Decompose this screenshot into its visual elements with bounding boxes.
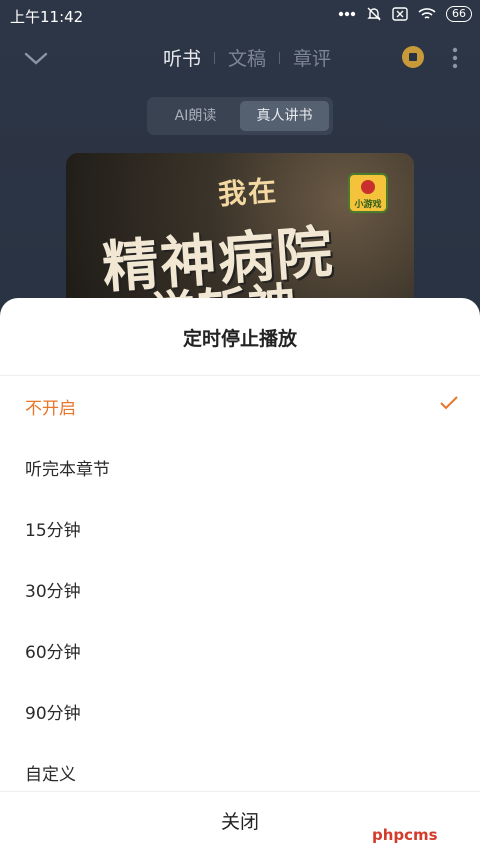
mode-ai-reading[interactable]: AI朗读: [151, 101, 240, 131]
chevron-down-icon[interactable]: [22, 44, 50, 72]
battery-indicator: 66: [446, 6, 472, 22]
watermark: phpcms: [372, 826, 438, 844]
tab-comments[interactable]: 章评: [280, 44, 344, 71]
status-icons: 66: [338, 6, 472, 22]
more-dots-icon: [338, 11, 356, 17]
cover-title-line1: 我在: [217, 173, 280, 212]
timer-option-60min[interactable]: 60分钟: [0, 620, 480, 681]
status-time: 上午11:42: [10, 8, 84, 26]
mode-human-reading[interactable]: 真人讲书: [240, 101, 329, 131]
voice-mode-switch: AI朗读 真人讲书: [147, 97, 333, 135]
book-cover[interactable]: 我在 精神病院 学斩神 小游戏: [66, 153, 414, 313]
timer-option-90min[interactable]: 90分钟: [0, 681, 480, 742]
more-vertical-icon[interactable]: [448, 44, 462, 72]
sleep-timer-sheet: 定时停止播放 不开启 听完本章节 15分钟 30分钟 60分钟 90分钟 自定义…: [0, 298, 480, 853]
player-top-nav: 听书 文稿 章评: [0, 36, 480, 80]
check-icon: [440, 396, 458, 410]
timer-option-label: 60分钟: [25, 643, 81, 663]
wifi-icon: [418, 8, 436, 19]
sheet-title: 定时停止播放: [182, 328, 297, 350]
mute-bell-icon: [367, 7, 381, 21]
sim-icon: [392, 7, 408, 21]
tab-transcript[interactable]: 文稿: [215, 44, 279, 71]
rose-icon: [361, 180, 375, 194]
timer-option-label: 90分钟: [25, 704, 81, 724]
tab-listen[interactable]: 听书: [150, 44, 214, 71]
status-bar: 上午11:42 66: [0, 0, 480, 32]
timer-option-label: 15分钟: [25, 521, 81, 541]
player-tabs: 听书 文稿 章评: [150, 44, 344, 71]
timer-option-label: 30分钟: [25, 582, 81, 602]
mini-game-badge-label: 小游戏: [354, 200, 382, 210]
timer-option-chapter-end[interactable]: 听完本章节: [0, 437, 480, 498]
timer-option-15min[interactable]: 15分钟: [0, 498, 480, 559]
timer-option-label: 不开启: [25, 399, 76, 419]
timer-option-label: 自定义: [25, 765, 76, 785]
coin-icon[interactable]: [402, 46, 424, 68]
timer-option-label: 听完本章节: [25, 460, 110, 480]
timer-option-30min[interactable]: 30分钟: [0, 559, 480, 620]
mini-game-badge: 小游戏: [348, 173, 388, 213]
timer-option-off[interactable]: 不开启: [0, 376, 480, 437]
